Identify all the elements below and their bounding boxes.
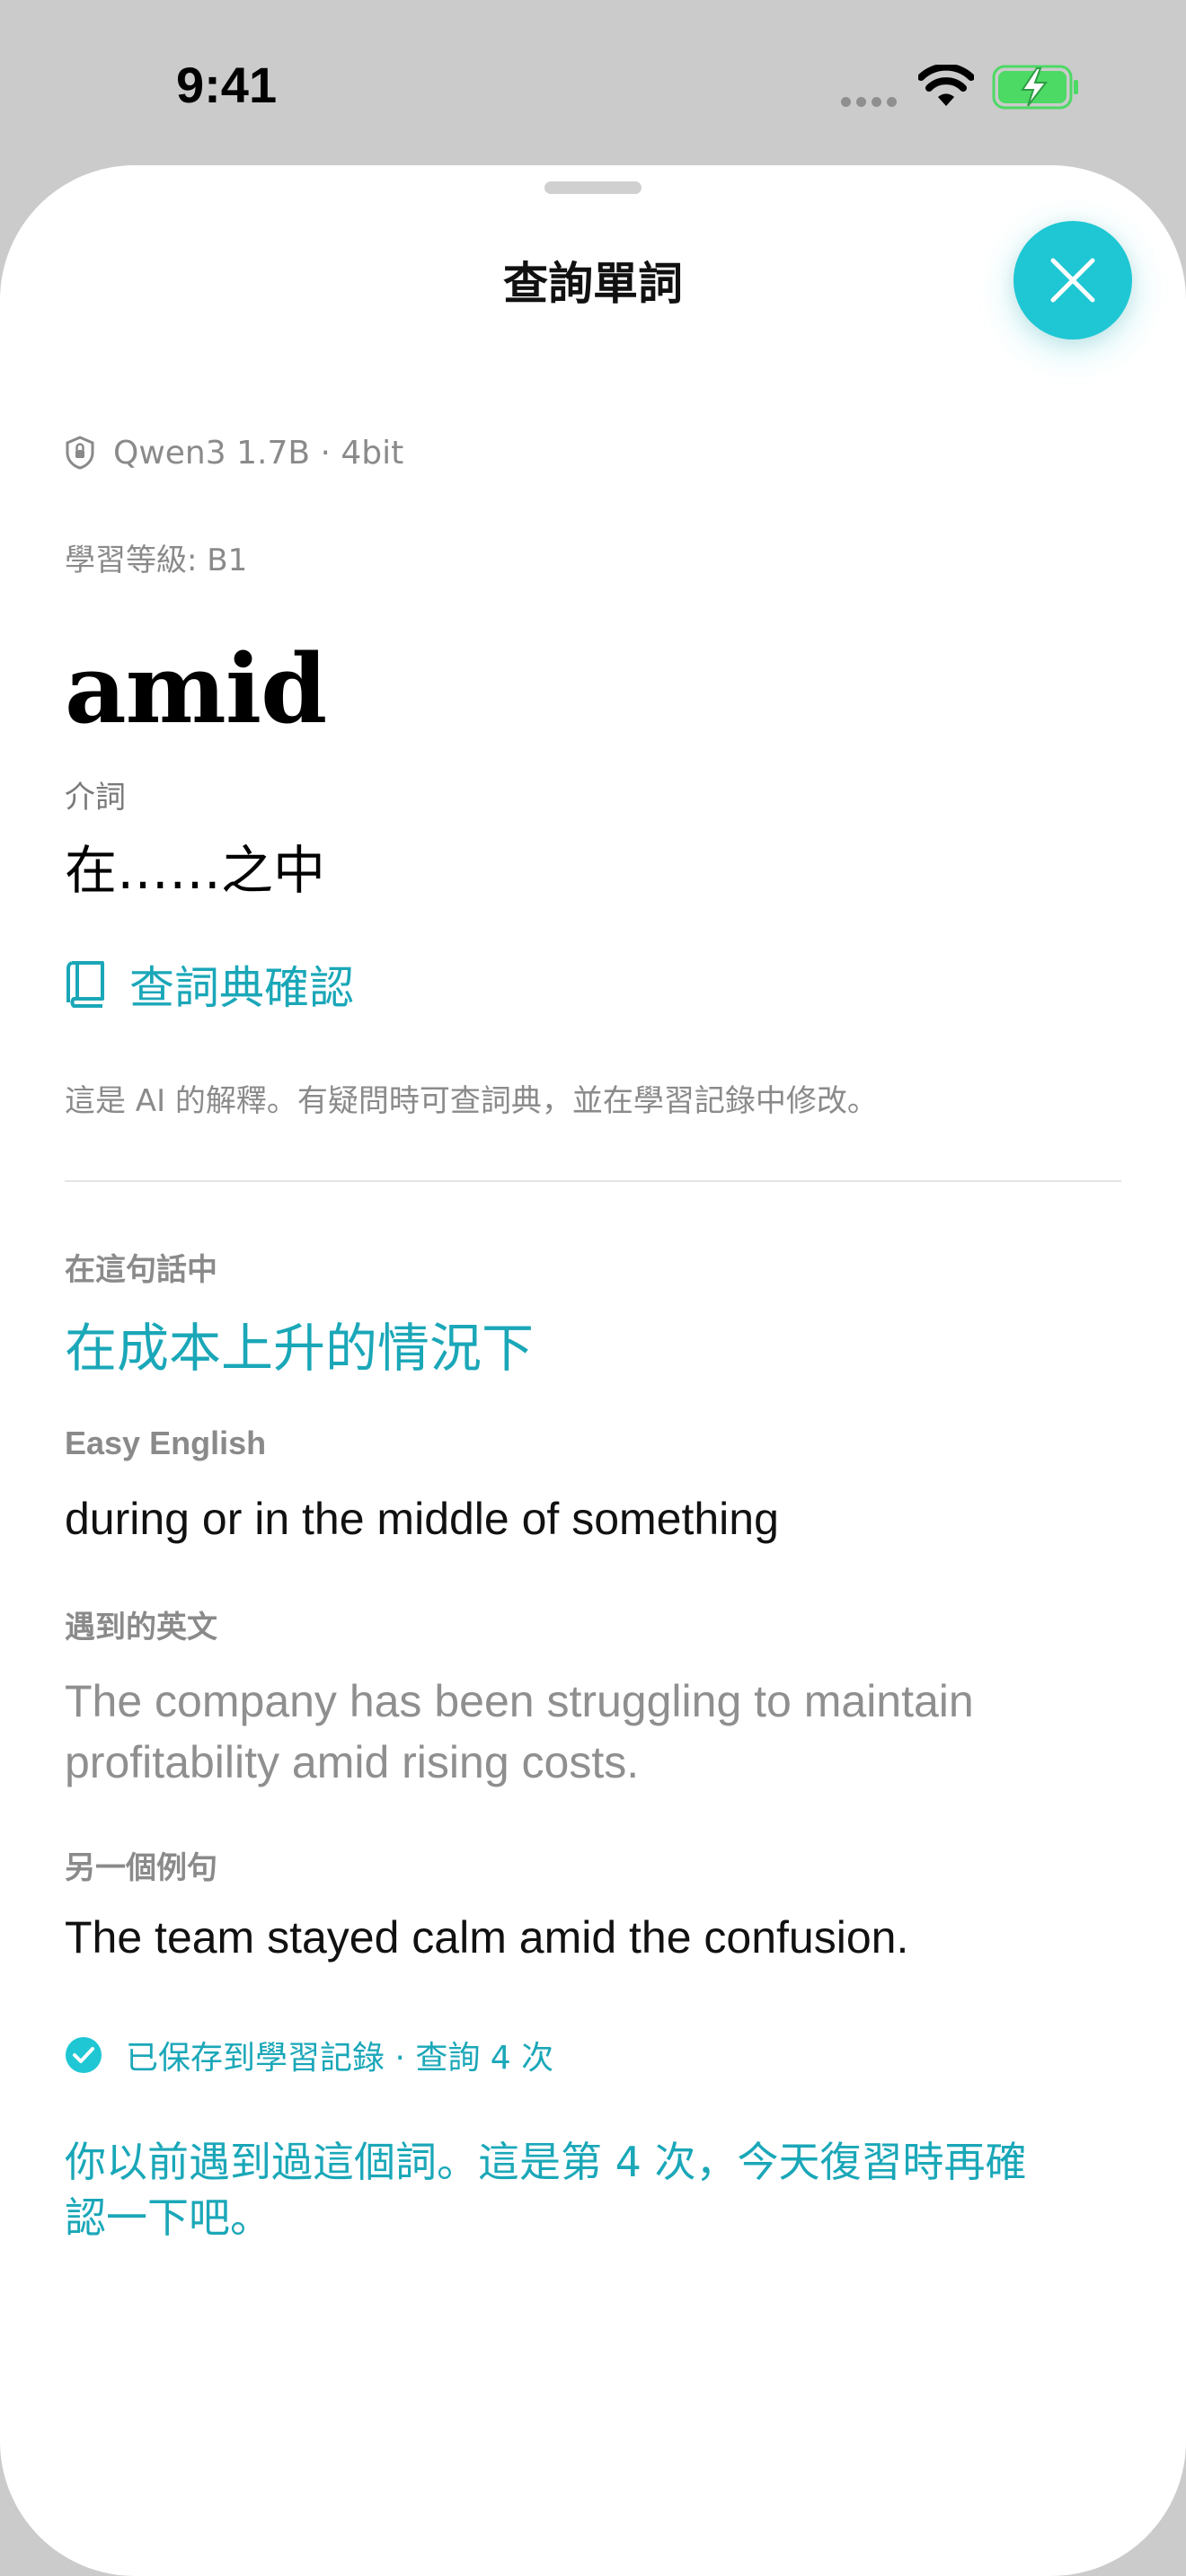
close-icon	[1050, 258, 1095, 303]
book-icon	[66, 961, 104, 1008]
review-note: 你以前遇到過這個詞。這是第 4 次，今天復習時再確認一下吧。	[65, 2138, 1027, 2242]
cellular-signal-icon	[841, 93, 902, 110]
learning-level: 學習等級: B1	[65, 543, 248, 578]
wifi-icon	[918, 65, 974, 106]
lookup-sheet: 查詢單詞 Qwen3 1.7B · 4bit 學習等級: B1 amid 介詞 …	[0, 165, 1186, 2576]
example-label: 另一個例句	[65, 1850, 217, 1886]
shield-icon	[66, 436, 94, 470]
headword: amid	[65, 632, 327, 745]
model-label: Qwen3 1.7B · 4bit	[113, 434, 404, 472]
battery-charging-icon	[992, 65, 1078, 110]
status-time: 9:41	[176, 57, 278, 113]
encountered-sentence: The company has been struggling to maint…	[65, 1676, 974, 1787]
easy-english-definition: during or in the middle of something	[65, 1494, 779, 1544]
ai-disclaimer: 這是 AI 的解釋。有疑問時可查詞典，並在學習記錄中修改。	[65, 1083, 878, 1119]
saved-status-text: 已保存到學習記錄 · 查詢 4 次	[126, 2040, 554, 2077]
example-sentence: The team stayed calm amid the confusion.	[65, 1912, 909, 1963]
model-badge: Qwen3 1.7B · 4bit	[65, 431, 403, 474]
sheet-title: 查詢單詞	[503, 258, 683, 310]
sheet-grabber[interactable]	[544, 181, 642, 194]
check-dictionary-button[interactable]: 查詞典確認	[65, 952, 354, 1017]
saved-status: 已保存到學習記錄 · 查詢 4 次	[65, 2032, 553, 2078]
word-meaning: 在……之中	[65, 840, 326, 901]
part-of-speech: 介詞	[65, 780, 126, 816]
check-circle-icon	[66, 2037, 102, 2073]
context-meaning: 在成本上升的情況下	[65, 1318, 535, 1379]
context-label: 在這句話中	[65, 1252, 217, 1288]
easy-english-label: Easy English	[65, 1425, 267, 1461]
close-button[interactable]	[1013, 221, 1132, 340]
check-dictionary-label: 查詞典確認	[129, 962, 354, 1014]
divider	[65, 1180, 1121, 1182]
status-bar: 9:41	[0, 0, 1186, 171]
encountered-label: 遇到的英文	[65, 1610, 217, 1645]
